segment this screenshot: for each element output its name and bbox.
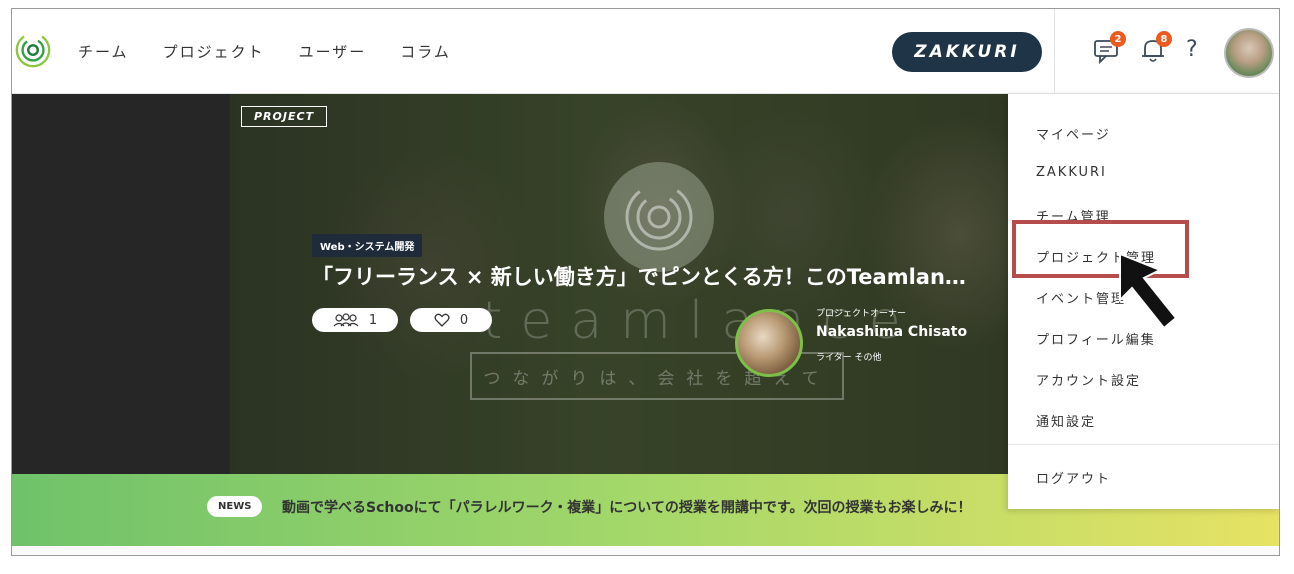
header-divider: [1054, 9, 1055, 94]
heart-icon: [434, 313, 450, 327]
nav-column[interactable]: コラム: [400, 41, 451, 62]
project-title[interactable]: 「フリーランス × 新しい働き方」でピンとくる方！このTeamlan…: [312, 261, 992, 291]
nav-users[interactable]: ユーザー: [299, 41, 367, 62]
nav-project[interactable]: プロジェクト: [163, 41, 265, 62]
project-tag: PROJECT: [241, 106, 328, 127]
likes-count: 0: [459, 312, 469, 328]
owner-name[interactable]: Nakashima Chisato: [816, 324, 967, 340]
menu-item-zakkuri[interactable]: ZAKKURI: [1036, 165, 1107, 180]
owner-label: プロジェクトオーナー: [816, 309, 907, 319]
hero-watermark: teamlance: [482, 291, 919, 351]
members-count: 1: [368, 312, 378, 328]
nav-team[interactable]: チーム: [78, 41, 129, 62]
menu-divider: [1008, 444, 1279, 445]
menu-item-mypage[interactable]: マイページ: [1036, 124, 1111, 143]
members-icon: [333, 313, 359, 327]
members-pill[interactable]: 1: [312, 308, 398, 332]
owner-avatar[interactable]: [735, 309, 803, 377]
header: チーム プロジェクト ユーザー コラム ZAKKURI 2 8 ?: [12, 9, 1279, 94]
notifications-badge: 8: [1156, 31, 1172, 47]
zakkuri-button[interactable]: ZAKKURI: [892, 32, 1042, 72]
owner-role: ライター その他: [816, 353, 882, 363]
news-tag: NEWS: [207, 496, 263, 517]
menu-item-notification-settings[interactable]: 通知設定: [1036, 411, 1096, 430]
news-text[interactable]: 動画で学べるSchooにて「パラレルワーク・複業」についての授業を開講中です。次…: [282, 497, 971, 517]
messages-badge: 2: [1110, 31, 1126, 47]
menu-item-logout[interactable]: ログアウト: [1036, 468, 1111, 487]
menu-item-event-management[interactable]: イベント管理: [1036, 288, 1126, 307]
menu-item-account-settings[interactable]: アカウント設定: [1036, 370, 1141, 389]
category-tag: Web・システム開発: [312, 234, 423, 257]
app-frame: チーム プロジェクト ユーザー コラム ZAKKURI 2 8 ? PROJEC…: [11, 8, 1280, 556]
main-nav: チーム プロジェクト ユーザー コラム: [78, 41, 485, 62]
likes-pill[interactable]: 0: [410, 308, 492, 332]
help-icon[interactable]: ?: [1186, 37, 1198, 62]
user-avatar[interactable]: [1224, 28, 1274, 78]
hero-logo-icon: [604, 162, 714, 272]
page-below: [12, 546, 1279, 555]
pointer-arrow-icon: [1119, 252, 1178, 330]
messages-button[interactable]: 2: [1092, 31, 1126, 69]
notifications-button[interactable]: 8: [1138, 31, 1172, 69]
teamlance-logo-icon[interactable]: [14, 31, 52, 69]
